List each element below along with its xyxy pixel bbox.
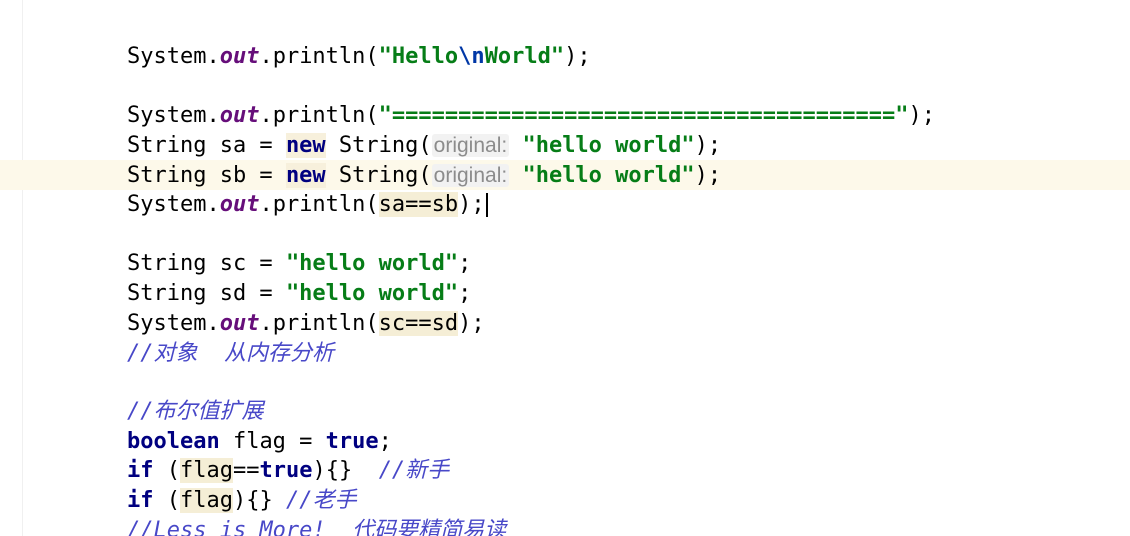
code-comment: //对象 从内存分析 (126, 341, 334, 366)
gutter-divider (22, 0, 23, 536)
code-token: ); (908, 103, 935, 128)
code-editor[interactable]: System.out.println("Hello\nWorld"); Syst… (0, 0, 1130, 536)
code-line-9[interactable]: //对象 从内存分析 (74, 309, 334, 366)
code-line-4[interactable]: String sb = new String(original: "hello … (74, 131, 721, 188)
code-comment: //Less is More! 代码要精简易读 (126, 518, 507, 536)
code-line-2[interactable]: System.out.println("====================… (74, 71, 935, 128)
code-token: ); (458, 311, 485, 336)
code-line-3[interactable]: String sa = new String(original: "hello … (74, 101, 721, 158)
code-token: System. (126, 44, 220, 69)
code-token: System. (126, 192, 220, 217)
code-token-field: out (219, 192, 260, 217)
code-line-5[interactable]: System.out.println(sa==sb); (74, 160, 488, 217)
code-line-1[interactable]: System.out.println("Hello\nWorld"); (74, 12, 591, 69)
code-line-12[interactable]: if (flag==true){} //新手 (74, 426, 449, 483)
code-token: .println( (259, 192, 379, 217)
code-token: ); (458, 192, 485, 217)
code-token-string: "Hello (378, 44, 459, 69)
code-token-expression: sa==sb (378, 192, 459, 217)
code-line-13[interactable]: if (flag){} //老手 (74, 456, 356, 513)
code-line-7[interactable]: String sd = "hello world"; (74, 249, 471, 306)
code-token-escape: \n (458, 44, 485, 69)
code-line-11[interactable]: boolean flag = true; (74, 397, 392, 454)
code-token: ); (694, 163, 722, 188)
code-token: .println( (259, 44, 379, 69)
code-token-string: World" (484, 44, 565, 69)
text-caret (485, 193, 488, 217)
code-comment: //新手 (378, 458, 450, 483)
code-line-8[interactable]: System.out.println(sc==sd); (74, 279, 485, 336)
code-token-field: out (219, 44, 260, 69)
code-line-14[interactable]: //Less is More! 代码要精简易读 (74, 486, 506, 536)
code-line-10[interactable]: //布尔值扩展 (74, 367, 264, 424)
code-token: ); (564, 44, 591, 69)
code-token-expression: sc==sd (378, 311, 459, 336)
code-line-6[interactable]: String sc = "hello world"; (74, 219, 471, 276)
code-token-string: "hello world" (522, 163, 695, 188)
